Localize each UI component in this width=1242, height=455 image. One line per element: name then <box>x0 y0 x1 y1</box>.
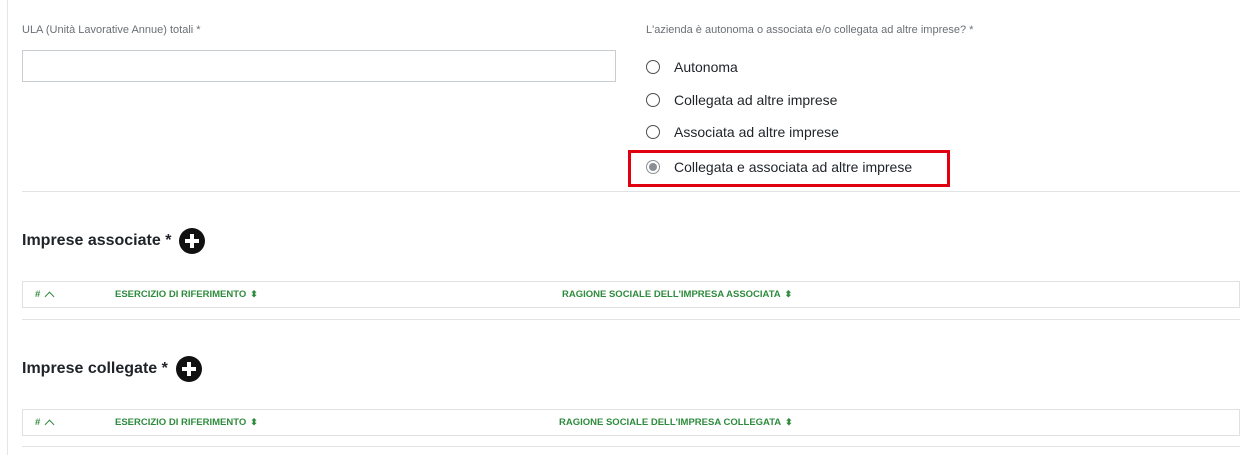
radio-option-associata[interactable]: Associata ad altre imprese <box>646 120 839 144</box>
col-ragione-header[interactable]: RAGIONE SOCIALE DELL'IMPRESA ASSOCIATA ⬍ <box>562 282 792 307</box>
table-header-collegate: # ESERCIZIO DI RIFERIMENTO ⬍ RAGIONE SOC… <box>22 409 1240 436</box>
col-index-header[interactable]: # <box>35 282 55 307</box>
radio-label: Collegata ad altre imprese <box>674 92 838 108</box>
divider <box>22 446 1240 447</box>
sort-icon: ⬍ <box>785 417 793 427</box>
radio-button[interactable] <box>646 60 660 74</box>
add-collegata-button[interactable] <box>175 356 202 382</box>
sort-icon: ⬍ <box>784 289 793 299</box>
add-associata-button[interactable] <box>179 228 206 254</box>
azienda-question-label: L'azienda è autonoma o associata e/o col… <box>646 24 974 36</box>
radio-button[interactable] <box>646 93 660 107</box>
left-border <box>7 0 8 455</box>
chevron-up-icon <box>44 291 55 302</box>
radio-option-collegata[interactable]: Collegata ad altre imprese <box>646 88 837 112</box>
divider <box>22 191 1240 192</box>
col-ragione-header[interactable]: RAGIONE SOCIALE DELL'IMPRESA COLLEGATA ⬍ <box>559 410 793 435</box>
table-header-associate: # ESERCIZIO DI RIFERIMENTO ⬍ RAGIONE SOC… <box>22 281 1240 308</box>
sort-icon: ⬍ <box>250 417 258 427</box>
radio-option-autonoma[interactable]: Autonoma <box>646 55 738 79</box>
radio-label: Associata ad altre imprese <box>674 124 839 140</box>
section-title-text: Imprese collegate * <box>22 360 168 377</box>
section-title-collegate: Imprese collegate * <box>22 356 202 382</box>
ula-label: ULA (Unità Lavorative Annue) totali * <box>22 24 201 36</box>
ula-input[interactable] <box>22 50 616 82</box>
radio-label: Autonoma <box>674 59 738 75</box>
section-title-associate: Imprese associate * <box>22 228 206 254</box>
chevron-up-icon <box>44 419 55 430</box>
sort-icon: ⬍ <box>250 289 258 299</box>
section-title-text: Imprese associate * <box>22 232 172 249</box>
selection-highlight-box <box>628 150 950 187</box>
divider <box>22 319 1240 320</box>
col-esercizio-header[interactable]: ESERCIZIO DI RIFERIMENTO ⬍ <box>115 410 258 435</box>
radio-button[interactable] <box>646 125 660 139</box>
col-esercizio-header[interactable]: ESERCIZIO DI RIFERIMENTO ⬍ <box>115 282 258 307</box>
col-index-header[interactable]: # <box>35 410 55 435</box>
